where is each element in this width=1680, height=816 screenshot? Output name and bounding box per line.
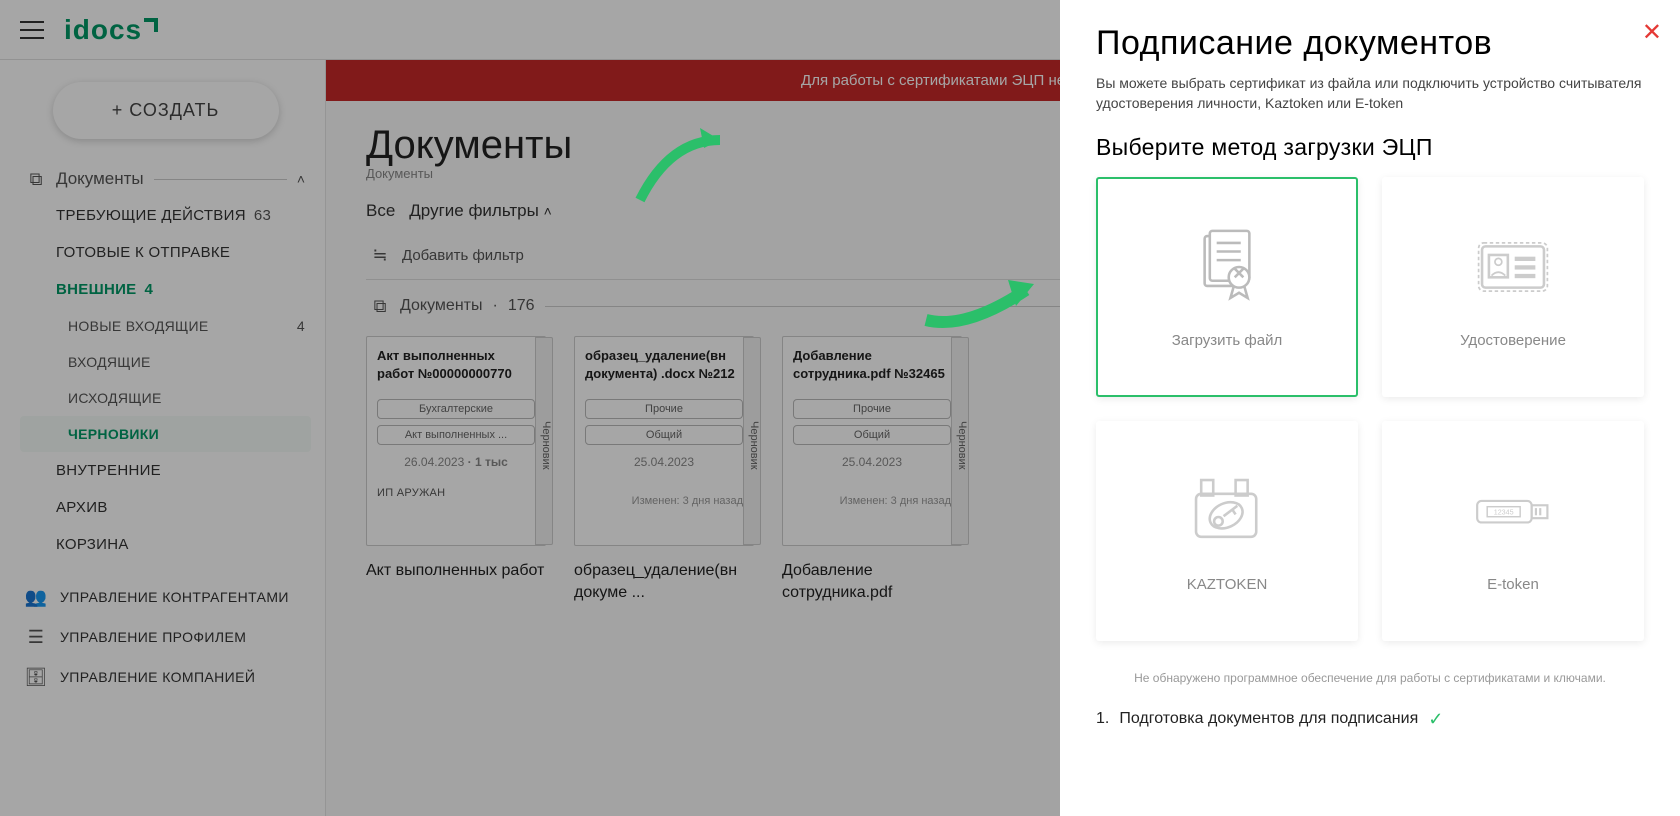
software-warning: Не обнаружено программное обеспечение дл… <box>1096 671 1644 685</box>
panel-subtitle: Вы можете выбрать сертификат из файла ил… <box>1096 73 1644 114</box>
id-card-icon <box>1470 224 1556 310</box>
method-label: Удостоверение <box>1460 332 1566 349</box>
etoken-icon: 12345 <box>1470 468 1556 554</box>
method-label: E-token <box>1487 576 1539 593</box>
step-1: 1. Подготовка документов для подписания … <box>1096 709 1644 730</box>
method-id-card[interactable]: Удостоверение <box>1382 177 1644 397</box>
sign-documents-panel: ✕ Подписание документов Вы можете выбрат… <box>1060 0 1680 816</box>
method-upload-file[interactable]: Загрузить файл <box>1096 177 1358 397</box>
method-label: Загрузить файл <box>1172 332 1282 349</box>
svg-text:12345: 12345 <box>1494 509 1514 517</box>
kaztoken-icon <box>1184 468 1270 554</box>
check-icon: ✓ <box>1428 709 1443 730</box>
method-etoken[interactable]: 12345 E-token <box>1382 421 1644 641</box>
close-icon[interactable]: ✕ <box>1642 18 1662 47</box>
panel-choose-heading: Выберите метод загрузки ЭЦП <box>1096 134 1644 161</box>
panel-title: Подписание документов <box>1096 24 1644 63</box>
certificate-file-icon <box>1184 224 1270 310</box>
method-kaztoken[interactable]: KAZTOKEN <box>1096 421 1358 641</box>
method-label: KAZTOKEN <box>1187 576 1268 593</box>
